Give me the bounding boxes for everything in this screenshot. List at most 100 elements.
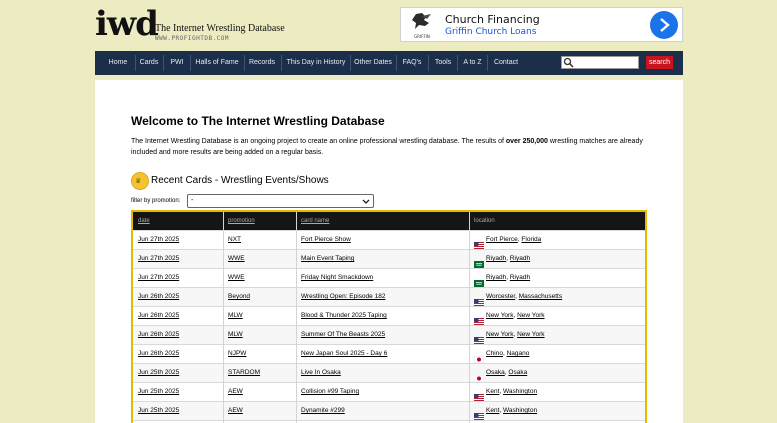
ad-banner[interactable]: GRIFFIN Church Financing Griffin Church … [400, 7, 683, 42]
table-row: Jun 26th 2025 Beyond Wrestling Open: Episo… [133, 287, 645, 306]
nav-item-records[interactable]: Records [245, 51, 279, 75]
row-date-link[interactable]: Jun 26th 2025 [138, 326, 179, 344]
us-flag-icon [474, 388, 484, 401]
table-row: Jun 25th 2025 AEW Collision #99 Taping Kent… [133, 382, 645, 401]
row-promotion-link[interactable]: MLW [228, 307, 243, 325]
search-input[interactable] [561, 56, 639, 69]
row-promotion-link[interactable]: WWE [228, 250, 245, 268]
row-promotion-link[interactable]: NXT [228, 231, 241, 249]
row-city-link[interactable]: Fort Pierce [486, 236, 518, 243]
row-card-link[interactable]: Fort Pierce Show [301, 231, 351, 249]
row-promotion-link[interactable]: Beyond [228, 288, 250, 306]
table-row: Jun 27th 2025 WWE Main Event Taping Riyadh,… [133, 249, 645, 268]
header-card-name[interactable]: card name [301, 212, 329, 230]
row-city-link[interactable]: New York [486, 331, 513, 338]
row-card-link[interactable]: Summer Of The Beasts 2025 [301, 326, 385, 344]
table-row: Jun 27th 2025 WWE Friday Night Smackdown Ri… [133, 268, 645, 287]
row-region-link[interactable]: Riyadh [510, 255, 530, 262]
row-city-link[interactable]: Chino [486, 350, 503, 357]
nav-item-pwi[interactable]: PWI [164, 51, 190, 75]
table-header: date promotion card name location [133, 212, 645, 230]
nav-item-home[interactable]: Home [101, 51, 135, 75]
row-city-link[interactable]: Kent [486, 407, 499, 414]
row-card-link[interactable]: Dynamite #299 [301, 402, 345, 420]
row-city-link[interactable]: Osaka [486, 369, 505, 376]
column-divider [223, 212, 224, 423]
nav-item-faqs[interactable]: FAQ's [397, 51, 427, 75]
nav-item-a-to-z[interactable]: A to Z [458, 51, 487, 75]
row-date-link[interactable]: Jun 26th 2025 [138, 307, 179, 325]
row-date-link[interactable]: Jun 25th 2025 [138, 364, 179, 382]
row-city-link[interactable]: Worcester [486, 293, 515, 300]
row-promotion-link[interactable]: NJPW [228, 345, 246, 363]
row-location: Riyadh, Riyadh [486, 269, 530, 287]
row-promotion-link[interactable]: AEW [228, 383, 243, 401]
row-region-link[interactable]: Florida [521, 236, 541, 243]
row-date-link[interactable]: Jun 27th 2025 [138, 231, 179, 249]
table-row: Jun 25th 2025 STARDOM Live In Osaka Osaka, … [133, 363, 645, 383]
row-location: Kent, Washington [486, 383, 537, 401]
row-location: Fort Pierce, Florida [486, 231, 541, 249]
header-date[interactable]: date [138, 212, 150, 230]
row-card-link[interactable]: Main Event Taping [301, 250, 354, 268]
row-promotion-link[interactable]: AEW [228, 402, 243, 420]
page-title: Welcome to The Internet Wrestling Databa… [131, 114, 385, 128]
saudi-flag-icon [474, 274, 484, 287]
row-date-link[interactable]: Jun 26th 2025 [138, 288, 179, 306]
row-location: Riyadh, Riyadh [486, 250, 530, 268]
row-promotion-link[interactable]: WWE [228, 269, 245, 287]
crown-icon: ♛ [131, 172, 149, 190]
nav-item-contact[interactable]: Contact [488, 51, 524, 75]
japan-flag-icon [473, 350, 485, 364]
row-card-link[interactable]: Collision #99 Taping [301, 383, 359, 401]
row-card-link[interactable]: Live In Osaka [301, 364, 341, 382]
promotion-filter-select[interactable]: - [187, 194, 374, 208]
logo-title: The Internet Wrestling Database [155, 23, 285, 34]
site-logo[interactable]: iwd The Internet Wrestling Database WWW.… [95, 4, 285, 46]
table-row: Jun 27th 2025 NXT Fort Pierce Show Fort Pie… [133, 230, 645, 249]
row-promotion-link[interactable]: STARDOM [228, 364, 260, 382]
row-location: New York, New York [486, 307, 545, 325]
row-city-link[interactable]: Riyadh [486, 255, 506, 262]
nav-item-cards[interactable]: Cards [136, 51, 162, 75]
row-card-link[interactable]: Blood & Thunder 2025 Taping [301, 307, 387, 325]
row-date-link[interactable]: Jun 26th 2025 [138, 345, 179, 363]
us-flag-icon [474, 407, 484, 420]
row-card-link[interactable]: Friday Night Smackdown [301, 269, 373, 287]
row-location: Osaka, Osaka [486, 364, 527, 382]
header-location: location [474, 218, 495, 224]
row-date-link[interactable]: Jun 27th 2025 [138, 269, 179, 287]
row-date-link[interactable]: Jun 25th 2025 [138, 402, 179, 420]
main-nav: Home Cards PWI Halls of Fame Records Thi… [95, 51, 683, 75]
row-date-link[interactable]: Jun 25th 2025 [138, 383, 179, 401]
ad-title[interactable]: Church Financing [445, 13, 540, 26]
search-button[interactable]: search [646, 56, 673, 69]
row-region-link[interactable]: Osaka [508, 369, 527, 376]
header-promotion[interactable]: promotion [228, 212, 255, 230]
recent-cards-table: date promotion card name location Jun 27… [131, 210, 647, 423]
row-region-link[interactable]: Washington [503, 407, 537, 414]
row-region-link[interactable]: New York [517, 312, 544, 319]
table-row: Jun 26th 2025 MLW Blood & Thunder 2025 Tap… [133, 306, 645, 325]
row-date-link[interactable]: Jun 27th 2025 [138, 250, 179, 268]
nav-item-this-day-in-history[interactable]: This Day in History [282, 51, 350, 75]
row-region-link[interactable]: New York [517, 331, 544, 338]
row-card-link[interactable]: Wrestling Open: Episode 182 [301, 288, 385, 306]
row-region-link[interactable]: Massachusetts [519, 293, 562, 300]
row-region-link[interactable]: Washington [503, 388, 537, 395]
nav-item-tools[interactable]: Tools [429, 51, 457, 75]
nav-item-other-dates[interactable]: Other Dates [351, 51, 395, 75]
recent-cards-heading: Recent Cards - Wrestling Events/Shows [151, 175, 329, 186]
ad-subtitle[interactable]: Griffin Church Loans [445, 27, 536, 37]
row-city-link[interactable]: Kent [486, 388, 499, 395]
row-promotion-link[interactable]: MLW [228, 326, 243, 344]
filter-selected-value: - [191, 197, 194, 204]
row-region-link[interactable]: Nagano [507, 350, 530, 357]
row-city-link[interactable]: Riyadh [486, 274, 506, 281]
nav-item-halls-of-fame[interactable]: Halls of Fame [191, 51, 243, 75]
row-city-link[interactable]: New York [486, 312, 513, 319]
logo-mark: iwd [95, 4, 159, 44]
row-region-link[interactable]: Riyadh [510, 274, 530, 281]
row-card-link[interactable]: New Japan Soul 2025 - Day 6 [301, 345, 387, 363]
chevron-right-icon[interactable] [650, 11, 678, 39]
